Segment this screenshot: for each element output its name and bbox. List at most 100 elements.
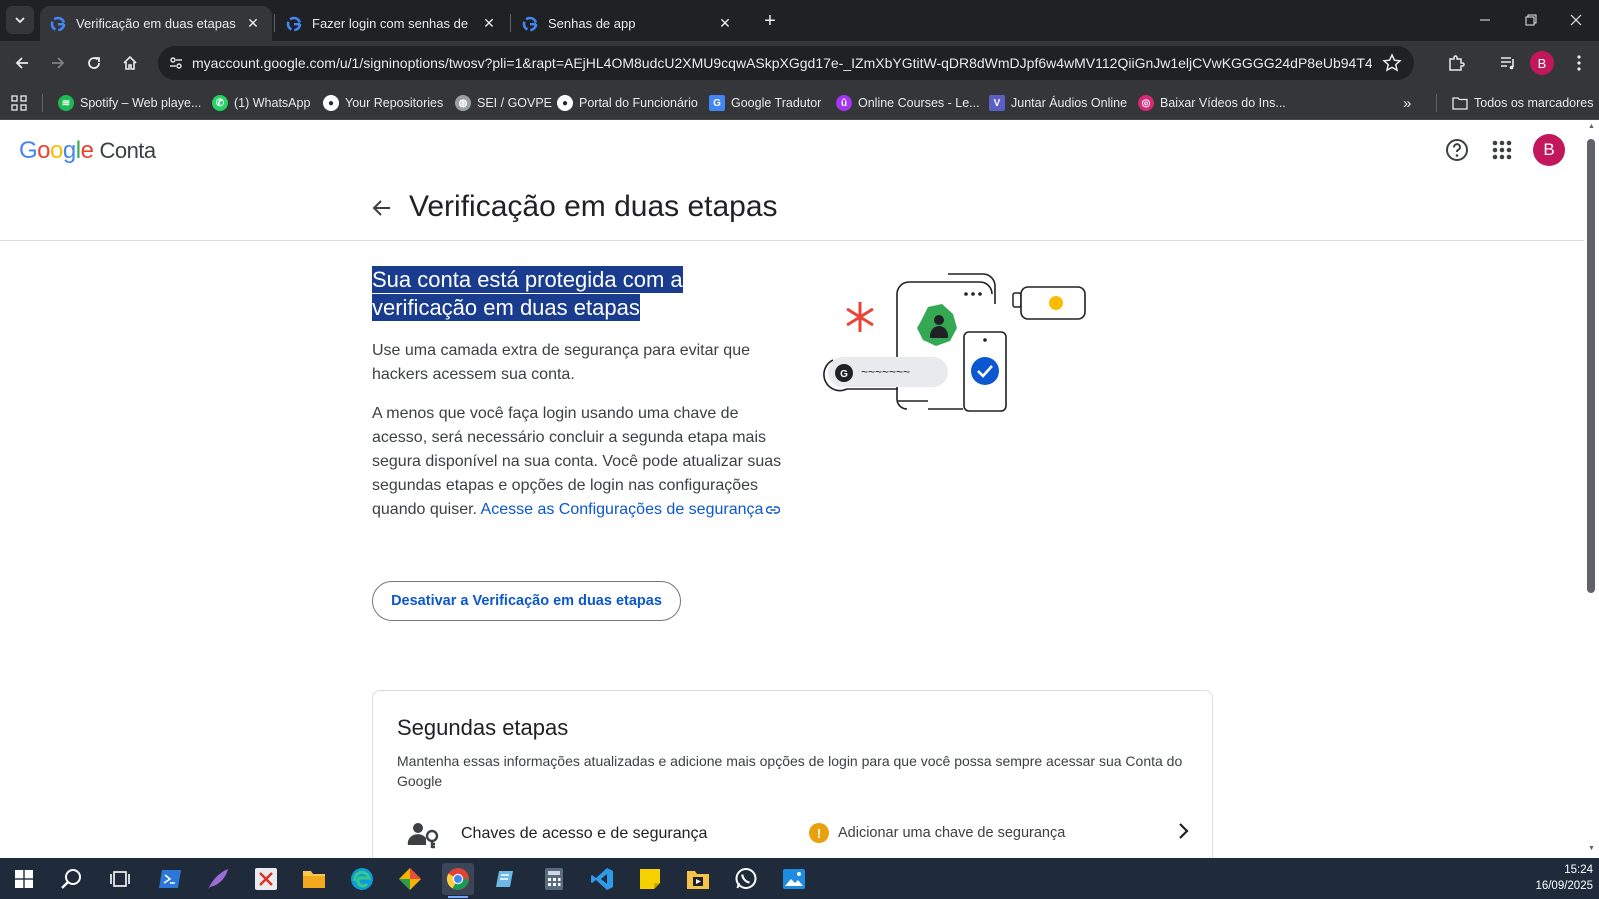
taskbar-app-photos[interactable] bbox=[778, 863, 810, 895]
disable-2sv-button[interactable]: Desativar a Verificação em duas etapas bbox=[372, 581, 681, 621]
restore-icon bbox=[1525, 14, 1537, 26]
close-tab-icon[interactable]: ✕ bbox=[480, 15, 498, 33]
vscode-icon bbox=[591, 868, 613, 890]
tab-fazer-login[interactable]: Fazer login com senhas de app ✕ bbox=[276, 6, 508, 41]
bookmark-spotify[interactable]: ≋ Spotify – Web playe... bbox=[58, 93, 201, 113]
google-account-logo[interactable]: Google Conta bbox=[19, 137, 156, 165]
tab-search-button[interactable] bbox=[6, 6, 34, 34]
taskbar-chrome[interactable] bbox=[442, 863, 474, 898]
home-button[interactable] bbox=[116, 49, 144, 77]
bookmarks-bar: ≋ Spotify – Web playe... ✆ (1) WhatsApp … bbox=[0, 85, 1599, 120]
instagram-icon: ◎ bbox=[1138, 95, 1154, 111]
apps-shortcut[interactable] bbox=[11, 93, 27, 113]
search-icon bbox=[61, 869, 81, 889]
windows-taskbar: 15:24 16/09/2025 bbox=[0, 858, 1599, 899]
taskbar-whatsapp[interactable] bbox=[730, 863, 762, 895]
git-icon bbox=[399, 868, 421, 890]
bookmark-label: Spotify – Web playe... bbox=[80, 96, 202, 110]
bookmark-repositories[interactable]: ● Your Repositories bbox=[323, 93, 443, 113]
minimize-button[interactable] bbox=[1462, 0, 1508, 40]
taskbar-edge[interactable] bbox=[346, 863, 378, 895]
body-text: A menos que você faça login usando uma c… bbox=[372, 402, 782, 522]
restore-button[interactable] bbox=[1508, 0, 1554, 40]
courses-icon: û bbox=[836, 95, 852, 111]
tab-senhas-de-app[interactable]: Senhas de app ✕ bbox=[512, 6, 744, 41]
spotify-icon: ≋ bbox=[58, 95, 74, 111]
bookmark-star-icon[interactable] bbox=[1382, 53, 1402, 73]
bookmark-label: SEI / GOVPE bbox=[477, 96, 553, 110]
sticky-note-icon bbox=[640, 869, 660, 889]
passkeys-label: Chaves de acesso e de segurança bbox=[461, 825, 708, 842]
back-button[interactable] bbox=[8, 49, 36, 77]
scroll-up-icon[interactable]: ▲ bbox=[1587, 123, 1596, 130]
page-title-bar: Verificação em duas etapas bbox=[0, 185, 1584, 241]
system-clock[interactable]: 15:24 16/09/2025 bbox=[1535, 862, 1593, 894]
task-view-button[interactable] bbox=[104, 863, 136, 895]
code-text: ~~~~~~~ bbox=[861, 365, 910, 379]
passkeys-row[interactable]: Chaves de acesso e de segurança ! Adicio… bbox=[373, 807, 1212, 858]
close-tab-icon[interactable]: ✕ bbox=[716, 15, 734, 33]
bookmark-label: Google Tradutor bbox=[731, 96, 822, 110]
taskbar-app-folder-media[interactable] bbox=[682, 863, 714, 895]
globe-icon: ◍ bbox=[455, 95, 471, 111]
taskbar-git[interactable] bbox=[394, 863, 426, 895]
taskbar-app-xmind[interactable] bbox=[250, 863, 282, 895]
taskbar-app-notepad[interactable] bbox=[490, 863, 522, 895]
bookmark-label: (1) WhatsApp bbox=[234, 96, 311, 110]
bookmark-portal-funcionario[interactable]: ● Portal do Funcionário bbox=[557, 93, 698, 113]
site-info-button[interactable] bbox=[162, 49, 190, 77]
queue-music-icon bbox=[1501, 57, 1514, 70]
new-tab-button[interactable]: + bbox=[758, 9, 782, 33]
photos-icon bbox=[783, 869, 805, 889]
calculator-icon bbox=[545, 868, 563, 890]
taskbar-search-button[interactable] bbox=[56, 863, 88, 895]
help-icon[interactable] bbox=[1444, 137, 1470, 163]
folder-icon bbox=[1452, 97, 1468, 110]
media-controls-button[interactable] bbox=[1494, 49, 1522, 77]
windows-start-button[interactable] bbox=[8, 863, 40, 895]
more-bookmarks-button[interactable]: » bbox=[1403, 93, 1411, 113]
clock-date: 16/09/2025 bbox=[1535, 880, 1593, 892]
bookmark-online-courses[interactable]: û Online Courses - Le... bbox=[836, 93, 980, 113]
bookmark-whatsapp[interactable]: ✆ (1) WhatsApp bbox=[212, 93, 310, 113]
scrollbar-thumb[interactable] bbox=[1587, 139, 1595, 593]
bookmark-label: Todos os marcadores bbox=[1474, 96, 1594, 110]
arrow-back-icon[interactable] bbox=[369, 195, 395, 221]
bookmark-juntar-audios[interactable]: V Juntar Áudios Online bbox=[989, 93, 1127, 113]
passkeys-status: Adicionar uma chave de segurança bbox=[838, 825, 1066, 841]
tab-verificacao[interactable]: Verificação em duas etapas ✕ bbox=[40, 6, 272, 41]
google-favicon-icon bbox=[522, 16, 538, 31]
taskbar-vscode[interactable] bbox=[586, 863, 618, 895]
chrome-menu-button[interactable] bbox=[1568, 49, 1590, 77]
close-tab-icon[interactable]: ✕ bbox=[244, 15, 262, 33]
extensions-button[interactable] bbox=[1442, 49, 1470, 77]
taskbar-sticky-notes[interactable] bbox=[634, 863, 666, 895]
close-window-button[interactable] bbox=[1553, 0, 1599, 40]
scroll-down-icon[interactable]: ▼ bbox=[1587, 845, 1596, 852]
taskbar-file-explorer[interactable] bbox=[298, 863, 330, 895]
account-avatar[interactable]: B bbox=[1533, 134, 1565, 166]
taskbar-powershell[interactable] bbox=[154, 863, 186, 895]
bookmark-google-tradutor[interactable]: G Google Tradutor bbox=[709, 93, 821, 113]
chrome-icon bbox=[446, 868, 469, 890]
clock-time: 15:24 bbox=[1564, 864, 1593, 876]
address-bar[interactable]: myaccount.google.com/u/1/signinoptions/t… bbox=[158, 46, 1414, 80]
security-settings-link[interactable]: Acesse as Configurações de segurança bbox=[481, 501, 781, 518]
google-apps-icon[interactable] bbox=[1489, 137, 1515, 163]
second-steps-card: Segundas etapas Mantenha essas informaçõ… bbox=[372, 690, 1213, 858]
page-scrollbar[interactable]: ▲ ▼ bbox=[1584, 121, 1599, 858]
forward-button[interactable] bbox=[44, 49, 72, 77]
tab-title: Senhas de app bbox=[548, 16, 636, 31]
bookmark-sei-govpe[interactable]: ◍ SEI / GOVPE bbox=[455, 93, 552, 113]
task-view-icon bbox=[110, 871, 130, 887]
protected-heading: Sua conta está protegida com a verificaç… bbox=[372, 266, 683, 322]
bookmark-baixar-videos[interactable]: ◎ Baixar Vídeos do Ins... bbox=[1138, 93, 1286, 113]
reload-button[interactable] bbox=[80, 49, 108, 77]
all-bookmarks-folder[interactable]: Todos os marcadores bbox=[1452, 93, 1594, 113]
apps-grid-icon bbox=[11, 95, 27, 111]
profile-avatar[interactable]: B bbox=[1530, 51, 1554, 75]
taskbar-calculator[interactable] bbox=[538, 863, 570, 895]
taskbar-app-feather[interactable] bbox=[202, 863, 234, 895]
google-favicon-icon bbox=[286, 16, 302, 31]
heading-line: Sua conta está protegida com a bbox=[372, 266, 683, 293]
